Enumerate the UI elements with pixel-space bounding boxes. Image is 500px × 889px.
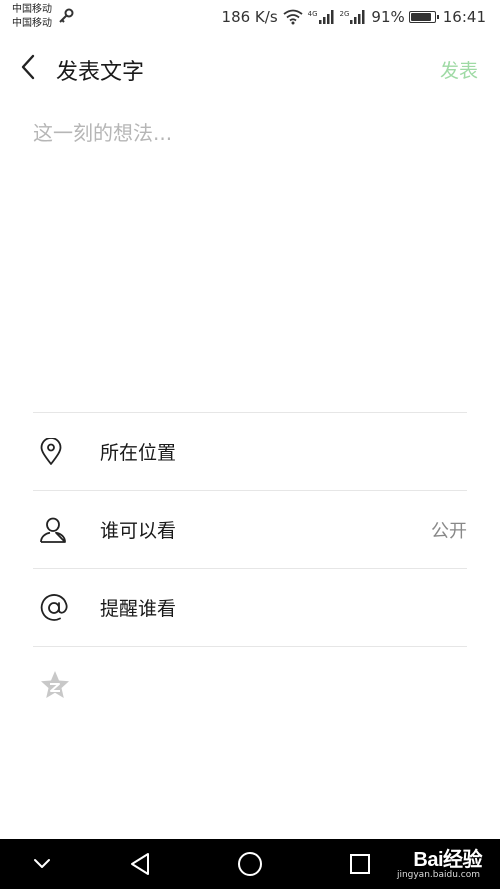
- visibility-value: 公开: [431, 520, 467, 542]
- person-icon: [33, 508, 77, 552]
- home-circle-icon: [238, 852, 262, 876]
- page-title: 发表文字: [56, 59, 145, 84]
- battery-fill: [410, 13, 431, 21]
- network-type-2: 2G: [339, 10, 350, 18]
- wifi-icon: [283, 9, 303, 25]
- publish-button[interactable]: 发表: [440, 56, 478, 83]
- back-button[interactable]: [12, 51, 44, 83]
- header: 发表文字 发表: [0, 34, 500, 100]
- option-visibility[interactable]: 谁可以看 公开: [33, 491, 467, 569]
- network-type-1: 4G: [307, 10, 318, 18]
- location-pin-icon: [33, 430, 77, 474]
- status-bar: 中国移动 中国移动 186 K/s 4G 2G 91% 16:41: [0, 0, 500, 34]
- network-speed: 186 K/s: [221, 8, 278, 26]
- carrier-2: 中国移动: [12, 18, 52, 29]
- chevron-left-icon: [21, 54, 35, 80]
- carrier-1: 中国移动: [12, 4, 52, 15]
- hide-nav-button[interactable]: [24, 839, 60, 889]
- chevron-down-icon: [34, 859, 50, 868]
- option-label: 提醒谁看: [100, 598, 177, 620]
- favorite-button[interactable]: [38, 668, 72, 702]
- carrier-info: 中国移动 中国移动: [12, 3, 52, 31]
- battery-icon: [408, 11, 439, 23]
- system-recents-button[interactable]: [342, 839, 378, 889]
- at-sign-icon: [33, 586, 77, 630]
- watermark-logo: Bai经验: [413, 849, 482, 871]
- signal-2: 2G: [340, 10, 367, 24]
- baidu-jingyan-watermark: Bai经验 jingyan.baidu.com: [397, 843, 483, 885]
- post-text-input[interactable]: [33, 118, 467, 388]
- status-indicators: 186 K/s 4G 2G 91% 16:41: [222, 7, 486, 27]
- post-options-list: 所在位置 谁可以看 公开 提醒谁看: [33, 412, 467, 647]
- option-label: 所在位置: [100, 442, 177, 464]
- signal-bars-icon: [318, 10, 334, 24]
- watermark-url: jingyan.baidu.com: [396, 870, 480, 880]
- system-nav-bar: Bai经验 jingyan.baidu.com: [0, 839, 500, 889]
- clock: 16:41: [442, 8, 486, 26]
- system-back-button[interactable]: [122, 839, 158, 889]
- back-triangle-icon: [131, 853, 149, 875]
- option-mention[interactable]: 提醒谁看: [33, 569, 467, 647]
- battery-percent: 91%: [371, 8, 405, 26]
- option-label: 谁可以看: [100, 520, 177, 542]
- system-home-button[interactable]: [232, 839, 268, 889]
- signal-bars-icon: [350, 10, 365, 24]
- recents-square-icon: [350, 854, 370, 874]
- key-icon: [59, 8, 74, 23]
- option-location[interactable]: 所在位置: [33, 413, 467, 491]
- star-icon: [41, 671, 69, 698]
- signal-1: 4G: [308, 10, 335, 24]
